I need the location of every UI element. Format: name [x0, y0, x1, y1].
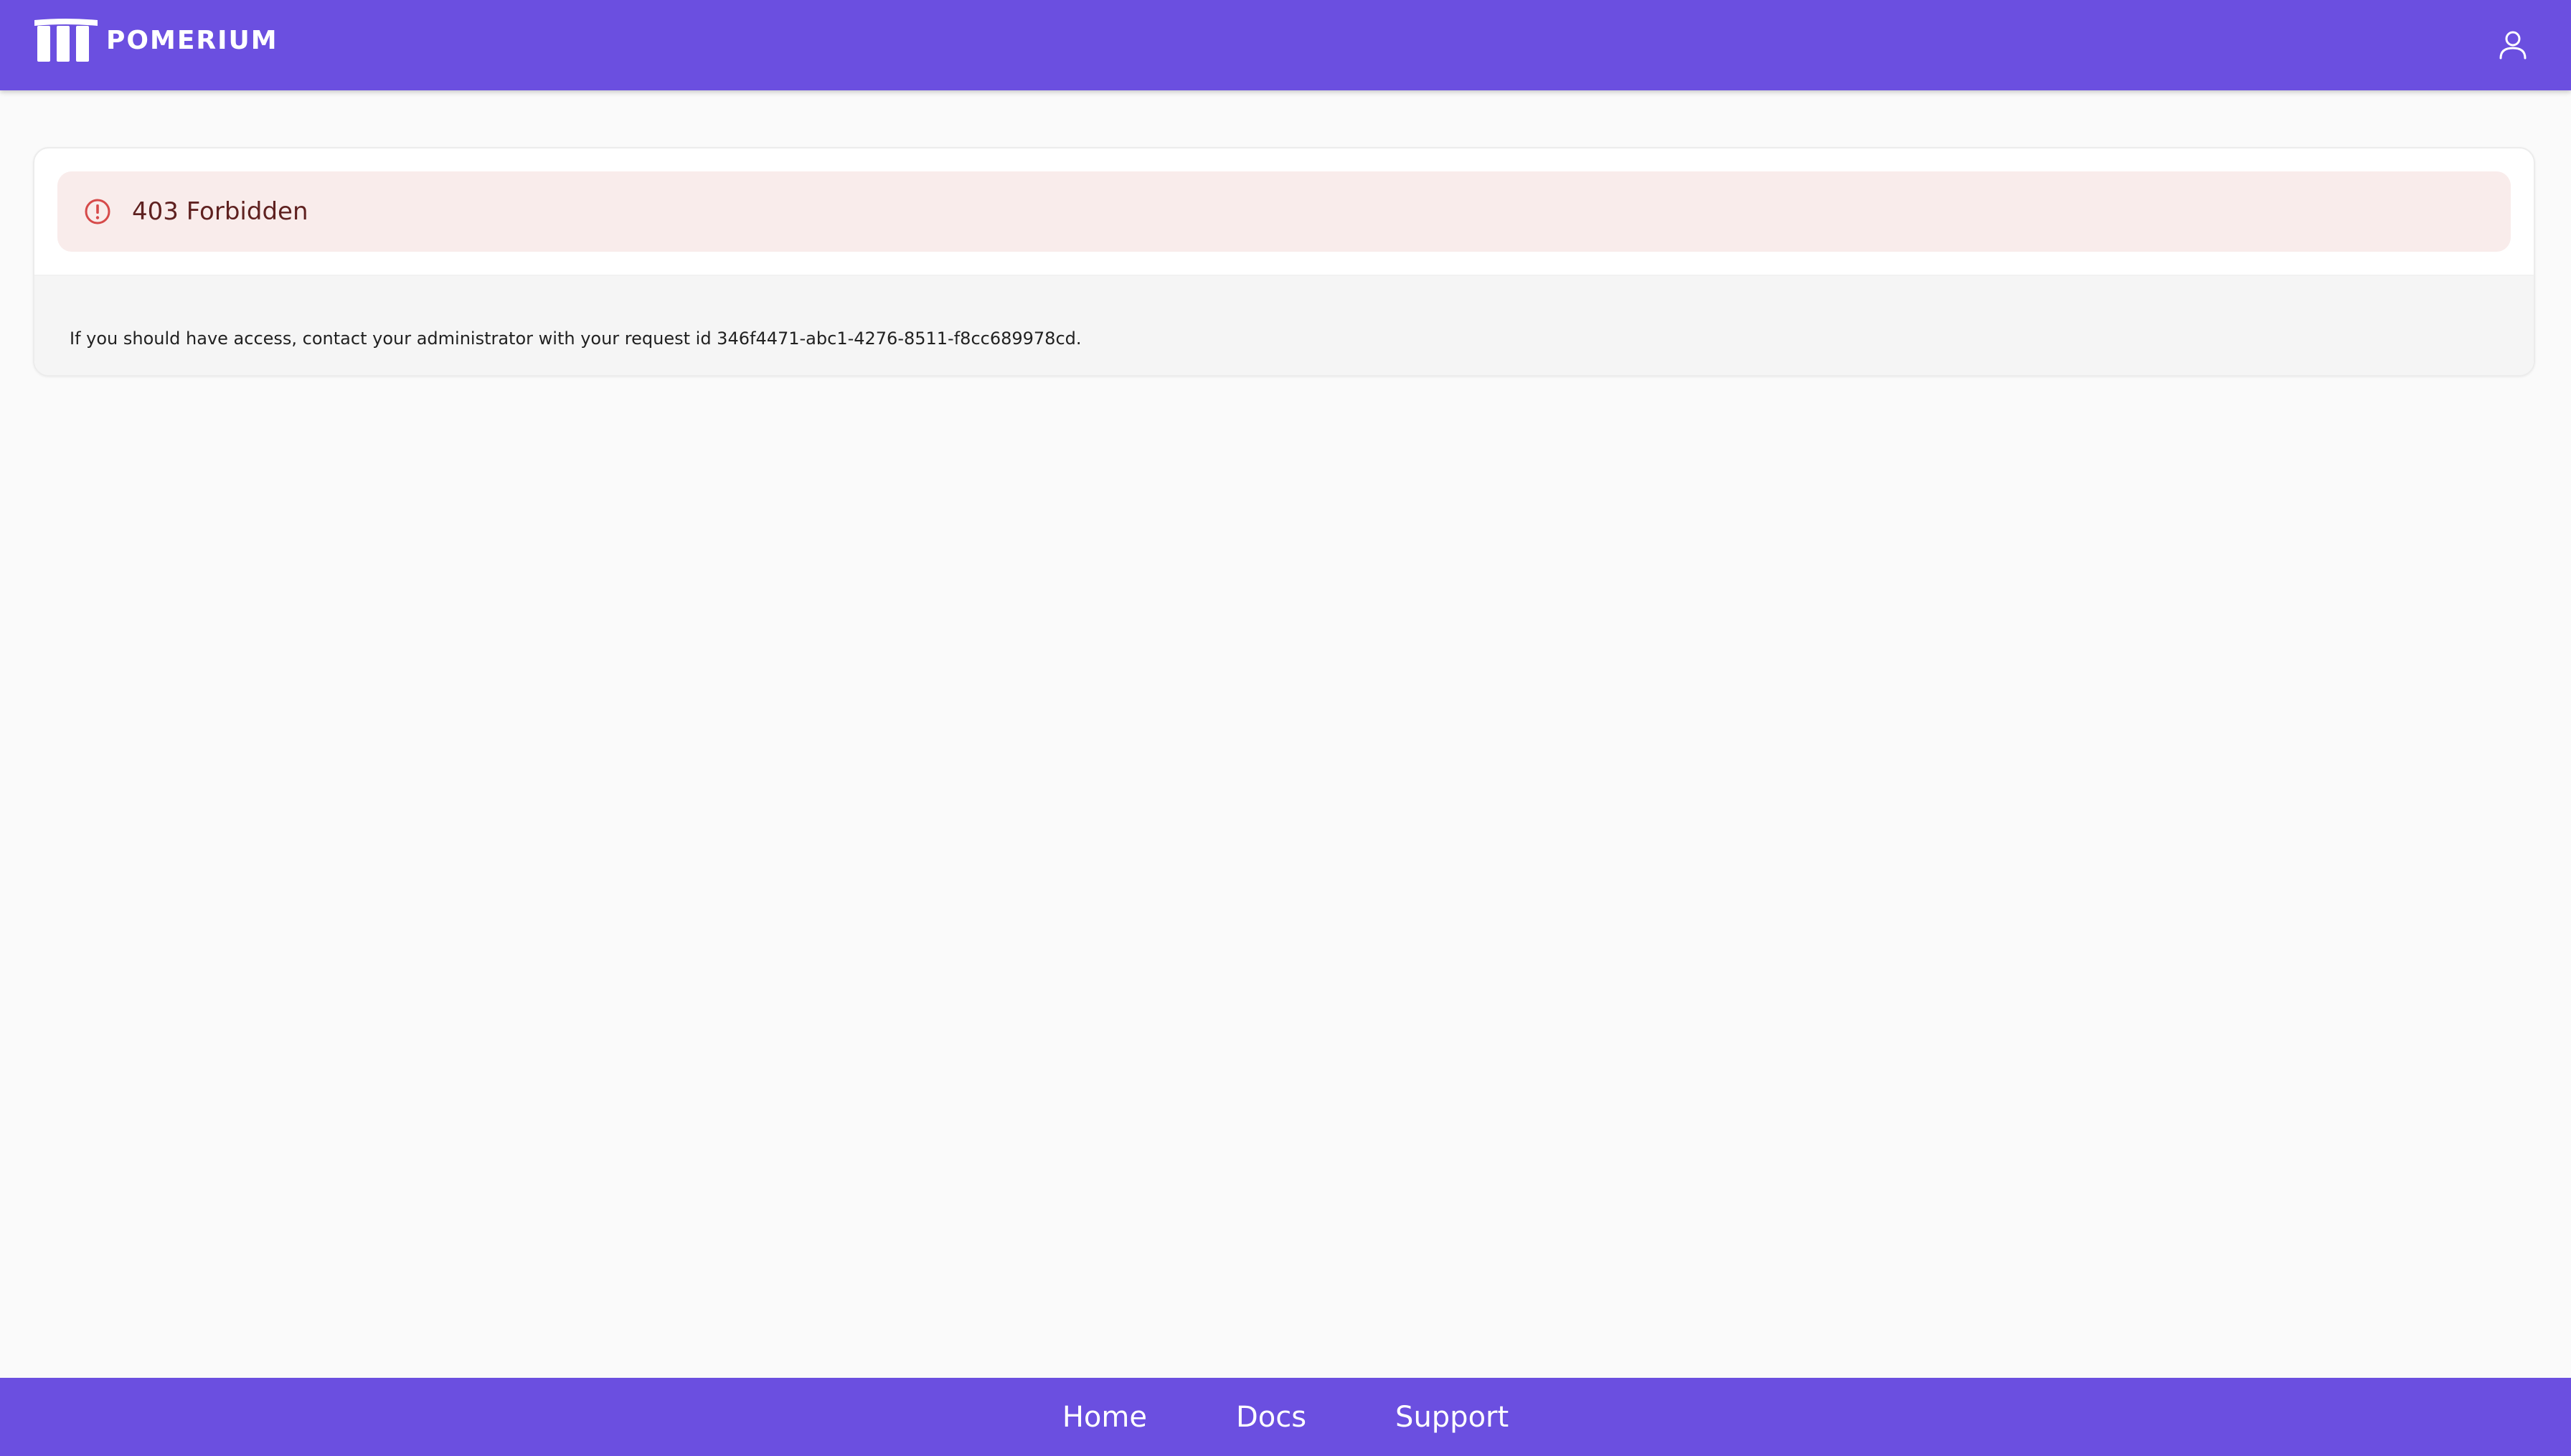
pomerium-logo[interactable]: POMERIUM — [33, 19, 278, 63]
user-menu-button[interactable] — [2491, 23, 2535, 67]
footer-link-support[interactable]: Support — [1395, 1401, 1509, 1434]
footer-link-home[interactable]: Home — [1062, 1401, 1147, 1434]
footer-nav: Home Docs Support — [0, 1378, 2571, 1456]
error-circle-icon — [85, 199, 110, 224]
alert-title: 403 Forbidden — [132, 197, 308, 226]
user-icon — [2499, 31, 2527, 60]
pomerium-columns-icon — [34, 19, 98, 62]
access-message: If you should have access, contact your … — [70, 328, 1082, 349]
error-card: 403 Forbidden If you should have access,… — [33, 147, 2535, 377]
top-app-bar: POMERIUM — [0, 0, 2571, 90]
error-alert: 403 Forbidden — [57, 171, 2511, 252]
brand-name: POMERIUM — [106, 26, 278, 55]
footer-link-docs[interactable]: Docs — [1236, 1401, 1306, 1434]
card-body: If you should have access, contact your … — [34, 275, 2534, 375]
